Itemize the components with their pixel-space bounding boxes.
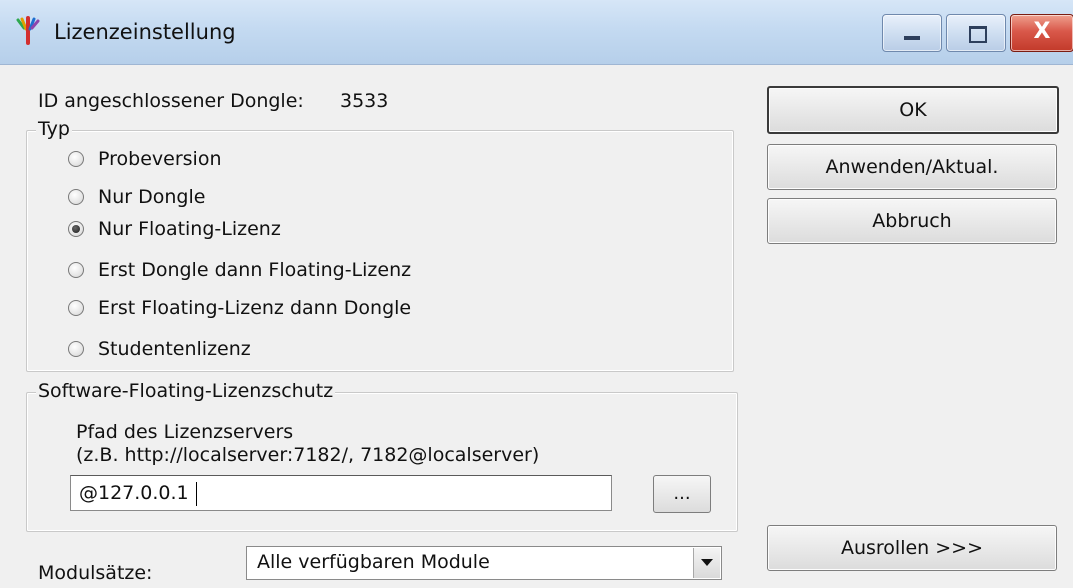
- radio-label: Erst Floating-Lizenz dann Dongle: [98, 297, 412, 319]
- ok-button[interactable]: OK: [767, 86, 1059, 134]
- expand-button[interactable]: Ausrollen >>>: [767, 525, 1057, 571]
- radio-label: Studentenlizenz: [98, 338, 251, 360]
- server-path-input[interactable]: [70, 475, 612, 511]
- radio-indicator-selected[interactable]: [68, 221, 84, 237]
- minimize-button[interactable]: [882, 14, 942, 52]
- text-caret: [196, 482, 197, 506]
- dongle-id-label: ID angeschlossener Dongle:: [38, 90, 304, 112]
- window-title: Lizenzeinstellung: [54, 20, 236, 44]
- server-path-label: Pfad des Lizenzservers: [76, 421, 294, 443]
- radio-indicator[interactable]: [68, 341, 84, 357]
- modules-select[interactable]: Alle verfügbaren Module: [246, 546, 722, 580]
- apply-update-button[interactable]: Anwenden/Aktual.: [767, 144, 1057, 190]
- radio-indicator[interactable]: [68, 189, 84, 205]
- maximize-icon: [969, 26, 987, 43]
- modules-selected-value: Alle verfügbaren Module: [257, 551, 490, 573]
- radio-label: Erst Dongle dann Floating-Lizenz: [98, 259, 412, 281]
- maximize-button[interactable]: [946, 14, 1006, 52]
- software-floating-legend: Software-Floating-Lizenzschutz: [36, 380, 336, 402]
- server-path-hint: (z.B. http://localserver:7182/, 7182@loc…: [76, 444, 540, 466]
- modules-label: Modulsätze:: [38, 562, 153, 584]
- minimize-icon: [904, 36, 920, 40]
- radio-probeversion[interactable]: Probeversion: [68, 145, 221, 173]
- chevron-down-icon[interactable]: [693, 548, 720, 578]
- close-button[interactable]: X: [1010, 14, 1073, 52]
- title-bar[interactable]: Lizenzeinstellung X: [0, 0, 1073, 65]
- radio-studentenlizenz[interactable]: Studentenlizenz: [68, 335, 251, 363]
- browse-button[interactable]: ...: [653, 475, 711, 513]
- radio-label: Nur Dongle: [98, 186, 206, 208]
- radio-nur-dongle[interactable]: Nur Dongle: [68, 183, 205, 211]
- license-settings-dialog: Lizenzeinstellung X ID angeschlossener D…: [0, 0, 1073, 588]
- radio-label: Probeversion: [98, 148, 222, 170]
- cancel-button[interactable]: Abbruch: [767, 198, 1057, 244]
- typ-group-legend: Typ: [36, 118, 72, 140]
- app-icon: [16, 16, 40, 45]
- close-icon: X: [1033, 19, 1051, 44]
- radio-erst-floating-dann-dongle[interactable]: Erst Floating-Lizenz dann Dongle: [68, 294, 411, 322]
- radio-label: Nur Floating-Lizenz: [98, 218, 281, 240]
- radio-indicator[interactable]: [68, 262, 84, 278]
- radio-erst-dongle-dann-floating[interactable]: Erst Dongle dann Floating-Lizenz: [68, 256, 411, 284]
- radio-nur-floating-lizenz[interactable]: Nur Floating-Lizenz: [68, 215, 281, 243]
- dongle-id-value: 3533: [340, 90, 389, 112]
- radio-indicator[interactable]: [68, 300, 84, 316]
- radio-indicator[interactable]: [68, 151, 84, 167]
